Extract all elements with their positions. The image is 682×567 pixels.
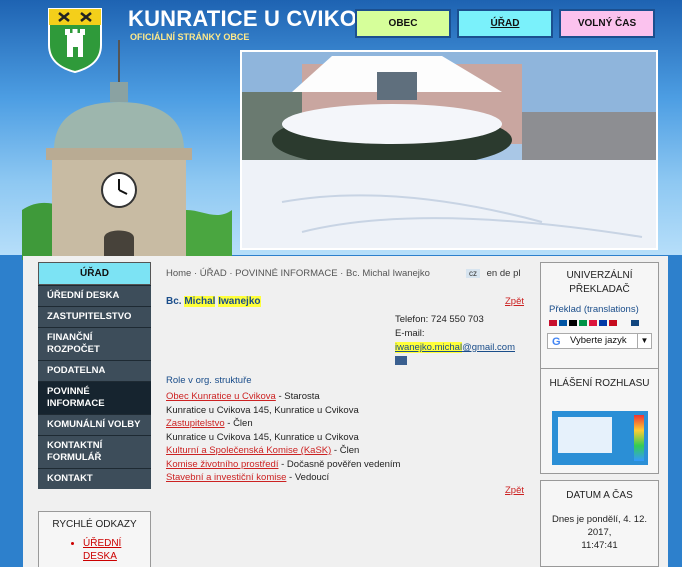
person-name: Bc. Michal Iwanejko: [166, 296, 261, 307]
translator-title: UNIVERZÁLNÍ PŘEKLADAČ: [566, 270, 633, 295]
role-link-komise-zp[interactable]: Komise životního prostředí: [166, 459, 278, 470]
sidebar-item-povinne-informace[interactable]: Povinné informace: [38, 381, 151, 414]
roles-title: Role v org. struktuře: [166, 375, 252, 386]
email-link[interactable]: iwanejko.michal@gmail.com: [395, 341, 515, 355]
quick-links-title: RYCHLÉ ODKAZY: [52, 519, 137, 530]
role-link-obec[interactable]: Obec Kunratice u Cvikova: [166, 391, 276, 402]
role-entry: Zastupitelstvo - Člen: [166, 418, 253, 429]
lang-de-link[interactable]: de: [500, 268, 511, 279]
roles-list: Obec Kunratice u Cvikova - Starosta Kunr…: [166, 390, 400, 485]
datetime-panel: DATUM A ČAS Dnes je pondělí, 4. 12. 2017…: [540, 480, 659, 567]
role-link-kask[interactable]: Kulturní a Společenská Komise (KaSK): [166, 445, 331, 456]
sidebar-item-zastupitelstvo[interactable]: Zastupitelstvo: [38, 306, 151, 327]
datetime-title: DATUM A ČAS: [566, 490, 633, 501]
quick-links-panel: RYCHLÉ ODKAZY ÚŘEDNÍDESKA: [38, 511, 151, 567]
google-icon: G: [552, 336, 561, 348]
sidebar-item-financni-rozpocet[interactable]: Finanční rozpočet: [38, 327, 151, 360]
nav-urad-button[interactable]: ÚŘAD: [457, 9, 553, 38]
sidebar-item-komunalni-volby[interactable]: Komunální volby: [38, 414, 151, 435]
date-text: Dnes je pondělí, 4. 12. 2017,: [551, 514, 648, 538]
time-text: 11:47:41: [581, 540, 618, 551]
broadcast-banner[interactable]: [551, 411, 648, 465]
sidebar-item-podatelna[interactable]: Podatelna: [38, 360, 151, 381]
lang-cz-link[interactable]: cz: [466, 269, 480, 278]
village-winter-photo: [240, 50, 658, 250]
role-entry: Kulturní a Společenská Komise (KaSK) - Č…: [166, 445, 360, 456]
role-entry: Obec Kunratice u Cvikova - Starosta: [166, 391, 320, 402]
back-link-bottom[interactable]: Zpět: [505, 485, 524, 496]
sidebar-heading: ÚŘAD: [38, 262, 151, 285]
language-flags[interactable]: [541, 318, 658, 329]
role-link-stavebni[interactable]: Stavební a investiční komise: [166, 472, 286, 483]
translate-label: Překlad (translations): [549, 304, 639, 315]
site-title[interactable]: KUNRATICE U CVIKOVA: [128, 6, 386, 32]
sidebar-item-kontaktni-formular[interactable]: Kontaktní formulář: [38, 435, 151, 468]
role-address: Kunratice u Cvikova 145, Kunratice u Cvi…: [166, 431, 359, 443]
nav-obec-button[interactable]: OBEC: [355, 9, 451, 38]
role-entry: Komise životního prostředí - Dočasně pov…: [166, 458, 401, 470]
nav-volny-cas-button[interactable]: VOLNÝ ČAS: [559, 9, 655, 38]
sidebar-item-kontakt[interactable]: Kontakt: [38, 468, 151, 489]
clock-tower-image: [22, 40, 232, 260]
phone-text: Telefon: 724 550 703: [395, 314, 484, 325]
quick-link-uredni-deska[interactable]: ÚŘEDNÍDESKA: [83, 537, 150, 563]
sidebar-nav: ÚŘAD Úřední deska Zastupitelstvo Finančn…: [38, 262, 151, 489]
breadcrumb[interactable]: Home · ÚŘAD · POVINNÉ INFORMACE · Bc. Mi…: [166, 268, 430, 279]
translator-panel: UNIVERZÁLNÍ PŘEKLADAČ Překlad (translati…: [540, 262, 659, 370]
broadcast-panel: HLÁŠENÍ ROZHLASU: [540, 368, 659, 474]
broadcast-title: HLÁŠENÍ ROZHLASU: [549, 378, 650, 389]
language-select[interactable]: G Vyberte jazyk ▼: [547, 333, 652, 349]
vcard-icon[interactable]: [395, 356, 407, 365]
contact-info: Telefon: 724 550 703 E-mail: iwanejko.mi…: [395, 313, 515, 370]
role-entry: Stavební a investiční komise - Vedoucí: [166, 472, 330, 483]
back-link-top[interactable]: Zpět: [505, 296, 524, 307]
lang-pl-link[interactable]: pl: [513, 268, 520, 279]
sidebar-item-uredni-deska[interactable]: Úřední deska: [38, 285, 151, 306]
lang-en-link[interactable]: en: [487, 268, 498, 279]
language-switcher: cz en de pl: [466, 268, 520, 279]
role-link-zastupitelstvo[interactable]: Zastupitelstvo: [166, 418, 225, 429]
chevron-down-icon: ▼: [637, 334, 651, 348]
email-label: E-mail:: [395, 328, 425, 339]
role-address: Kunratice u Cvikova 145, Kunratice u Cvi…: [166, 404, 359, 416]
